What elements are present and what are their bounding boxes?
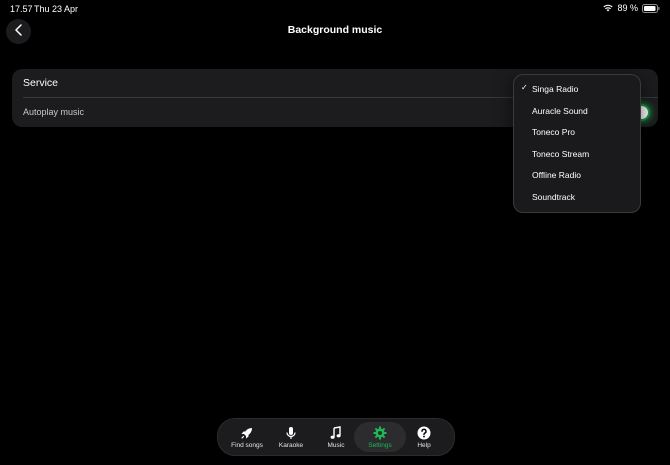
dropdown-item-label: Toneco Stream	[532, 148, 590, 159]
tab-label: Karaoke	[278, 442, 304, 449]
dropdown-item-label: Singa Radio	[532, 84, 579, 94]
microphone-icon	[284, 426, 298, 440]
tab-label: Find songs	[231, 442, 263, 449]
dropdown-item-toneco-pro[interactable]: Toneco Pro	[514, 122, 640, 143]
tab-bar: Find songs Karaoke Music Settings Help	[217, 418, 455, 456]
autoplay-label: Autoplay music	[23, 107, 85, 117]
tab-karaoke[interactable]: Karaoke	[270, 422, 312, 452]
dropdown-item-label: Offline Radio	[532, 170, 581, 180]
battery-level: 89 %	[617, 3, 638, 13]
service-label: Service	[23, 77, 59, 89]
page-title: Background music	[287, 24, 383, 36]
tab-find-songs[interactable]: Find songs	[224, 422, 270, 452]
dropdown-item-auracle-sound[interactable]: Auracle Sound	[514, 101, 640, 122]
music-note-icon	[329, 426, 343, 440]
dropdown-item-label: Auracle Sound	[532, 105, 588, 116]
tab-settings[interactable]: Settings	[354, 422, 406, 452]
tab-label: Music	[327, 442, 345, 449]
status-date: Thu 23 Apr	[34, 4, 79, 14]
gear-icon	[373, 426, 387, 440]
tab-music[interactable]: Music	[314, 422, 358, 452]
checkmark-icon: ✓	[521, 83, 528, 92]
wifi-icon	[603, 4, 614, 12]
help-icon	[417, 426, 431, 440]
dropdown-item-label: Soundtrack	[532, 191, 575, 202]
battery-icon	[642, 3, 660, 13]
status-bar: 17.57 Thu 23 Apr 89 %	[0, 0, 670, 18]
rocket-icon	[240, 426, 254, 440]
dropdown-item-toneco-stream[interactable]: Toneco Stream	[514, 144, 640, 165]
dropdown-item-soundtrack[interactable]: Soundtrack	[514, 187, 640, 208]
tab-help[interactable]: Help	[406, 422, 442, 452]
dropdown-item-offline-radio[interactable]: Offline Radio	[514, 165, 640, 186]
status-time: 17.57	[10, 4, 33, 14]
dropdown-item-label: Toneco Pro	[532, 127, 575, 137]
tab-label: Settings	[368, 442, 392, 449]
service-dropdown: ✓ Singa Radio Auracle Sound Toneco Pro T…	[513, 74, 641, 213]
screen: 17.57 Thu 23 Apr 89 % Background music S…	[0, 0, 670, 465]
status-right: 89 %	[603, 3, 660, 13]
dropdown-item-singa-radio[interactable]: ✓ Singa Radio	[514, 79, 640, 100]
tab-label: Help	[417, 442, 431, 449]
